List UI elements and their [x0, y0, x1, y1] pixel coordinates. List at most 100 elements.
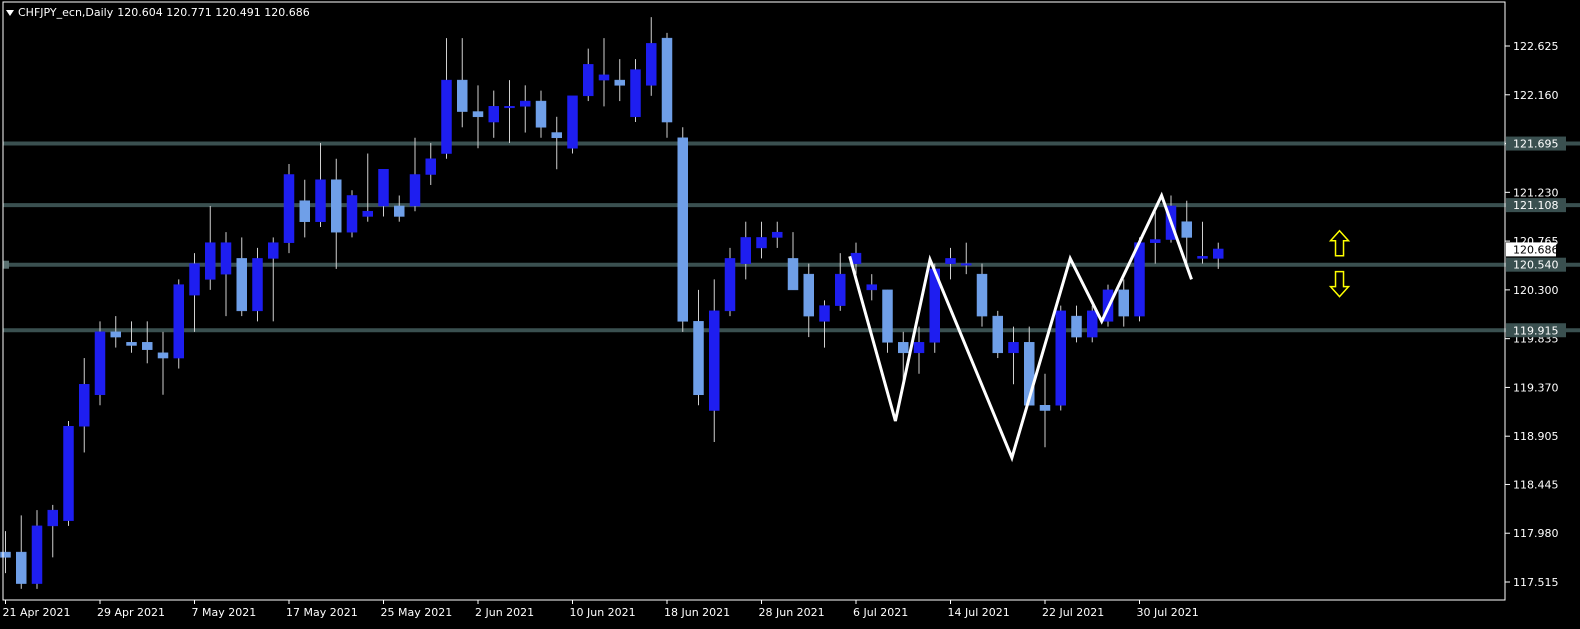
dropdown-triangle-icon[interactable]	[6, 9, 14, 16]
candle	[693, 289, 704, 406]
candle-body	[362, 210, 373, 217]
candle-body	[126, 342, 137, 346]
candle	[756, 221, 767, 259]
candle-body	[913, 342, 925, 354]
candle	[661, 32, 673, 138]
candle-body	[189, 263, 200, 296]
time-tick-label: 21 Apr 2021	[3, 606, 71, 619]
candle-body	[976, 273, 988, 317]
candle-body	[409, 174, 421, 207]
candle-body	[835, 273, 846, 306]
candle	[236, 237, 247, 317]
candle-body	[819, 305, 830, 322]
time-tick-label: 17 May 2021	[286, 606, 358, 619]
candle-body	[756, 237, 767, 249]
candle-body	[394, 205, 405, 217]
candle	[157, 331, 169, 395]
candle-body	[1087, 310, 1098, 338]
candle	[31, 510, 43, 589]
candle	[803, 263, 814, 338]
candle-body	[236, 258, 247, 312]
candle-body	[472, 111, 484, 118]
time-tick-label: 6 Jul 2021	[853, 606, 908, 619]
candle-body	[0, 551, 11, 558]
candle	[1197, 221, 1208, 264]
candle	[819, 300, 830, 348]
candle-body	[898, 342, 909, 354]
price-tick-label: 119.370	[1513, 381, 1559, 394]
candle	[945, 247, 956, 280]
time-tick-label: 2 Jun 2021	[475, 606, 534, 619]
candle-body	[110, 331, 121, 338]
candle-body	[1008, 342, 1019, 354]
candle-body	[346, 195, 358, 233]
candle-body	[331, 179, 342, 233]
candle-body	[740, 237, 751, 264]
candle-body	[1150, 239, 1161, 243]
candle-body	[551, 132, 562, 139]
candle-body	[1055, 310, 1066, 406]
price-tick-label: 122.160	[1513, 89, 1559, 102]
time-tick-label: 7 May 2021	[192, 606, 257, 619]
candles-layer	[0, 17, 1224, 589]
candle-body	[173, 284, 184, 359]
level-price-label: 119.915	[1513, 324, 1559, 337]
candle	[331, 158, 342, 269]
candle	[362, 153, 373, 222]
level-price-label: 121.108	[1513, 199, 1559, 212]
candle-body	[425, 158, 436, 175]
price-tick-label: 117.980	[1513, 527, 1559, 540]
time-tick-label: 14 Jul 2021	[948, 606, 1010, 619]
candle	[472, 85, 484, 149]
candle-body	[992, 315, 1003, 354]
candle-body	[1039, 405, 1051, 411]
price-tick-label: 118.905	[1513, 430, 1559, 443]
candle-body	[1134, 242, 1145, 317]
candle	[142, 321, 153, 364]
down-arrow-icon	[1328, 270, 1351, 298]
pattern-zigzag-line	[848, 191, 1193, 463]
candle	[315, 143, 326, 227]
candle-body	[882, 289, 893, 343]
candle	[835, 253, 846, 311]
candle-body	[457, 79, 468, 112]
candle-body	[142, 342, 153, 350]
candlestick-chart[interactable]: 122.625122.160121.695121.230120.765120.3…	[0, 0, 1580, 629]
candle-body	[787, 258, 799, 291]
ohlc-values: 120.604 120.771 120.491 120.686	[117, 6, 310, 19]
candle-body	[598, 74, 610, 81]
candle	[173, 279, 184, 369]
candle	[992, 310, 1003, 359]
candle	[94, 321, 106, 406]
candle	[630, 59, 641, 123]
level-price-label: 121.695	[1513, 138, 1559, 151]
candle	[504, 80, 515, 144]
time-tick-label: 18 Jun 2021	[664, 606, 730, 619]
candle-body	[63, 425, 74, 521]
candle	[220, 232, 232, 317]
candle-body	[504, 106, 515, 109]
candle	[898, 331, 909, 385]
candle	[1071, 305, 1082, 343]
candle-body	[520, 100, 531, 107]
candle	[520, 85, 531, 133]
level-handle	[3, 260, 9, 269]
time-tick-label: 10 Jun 2021	[570, 606, 636, 619]
candle	[567, 95, 578, 154]
time-tick-label: 28 Jun 2021	[759, 606, 825, 619]
up-arrow-icon	[1328, 229, 1351, 257]
candle-body	[1118, 289, 1129, 317]
symbol-label: CHFJPY_ecn,Daily	[18, 6, 114, 19]
symbol-header[interactable]: CHFJPY_ecn,Daily 120.604 120.771 120.491…	[6, 6, 310, 19]
price-axis: 122.625122.160121.695121.230120.765120.3…	[1505, 40, 1559, 589]
candle	[961, 242, 972, 275]
candle	[724, 247, 736, 317]
candle-body	[961, 263, 972, 266]
candle-body	[866, 284, 877, 291]
candle-body	[661, 37, 673, 123]
price-tick-label: 121.230	[1513, 186, 1559, 199]
candle	[0, 531, 11, 574]
candle	[79, 358, 90, 453]
pattern-layer	[848, 191, 1193, 463]
candle-body	[1071, 315, 1082, 338]
